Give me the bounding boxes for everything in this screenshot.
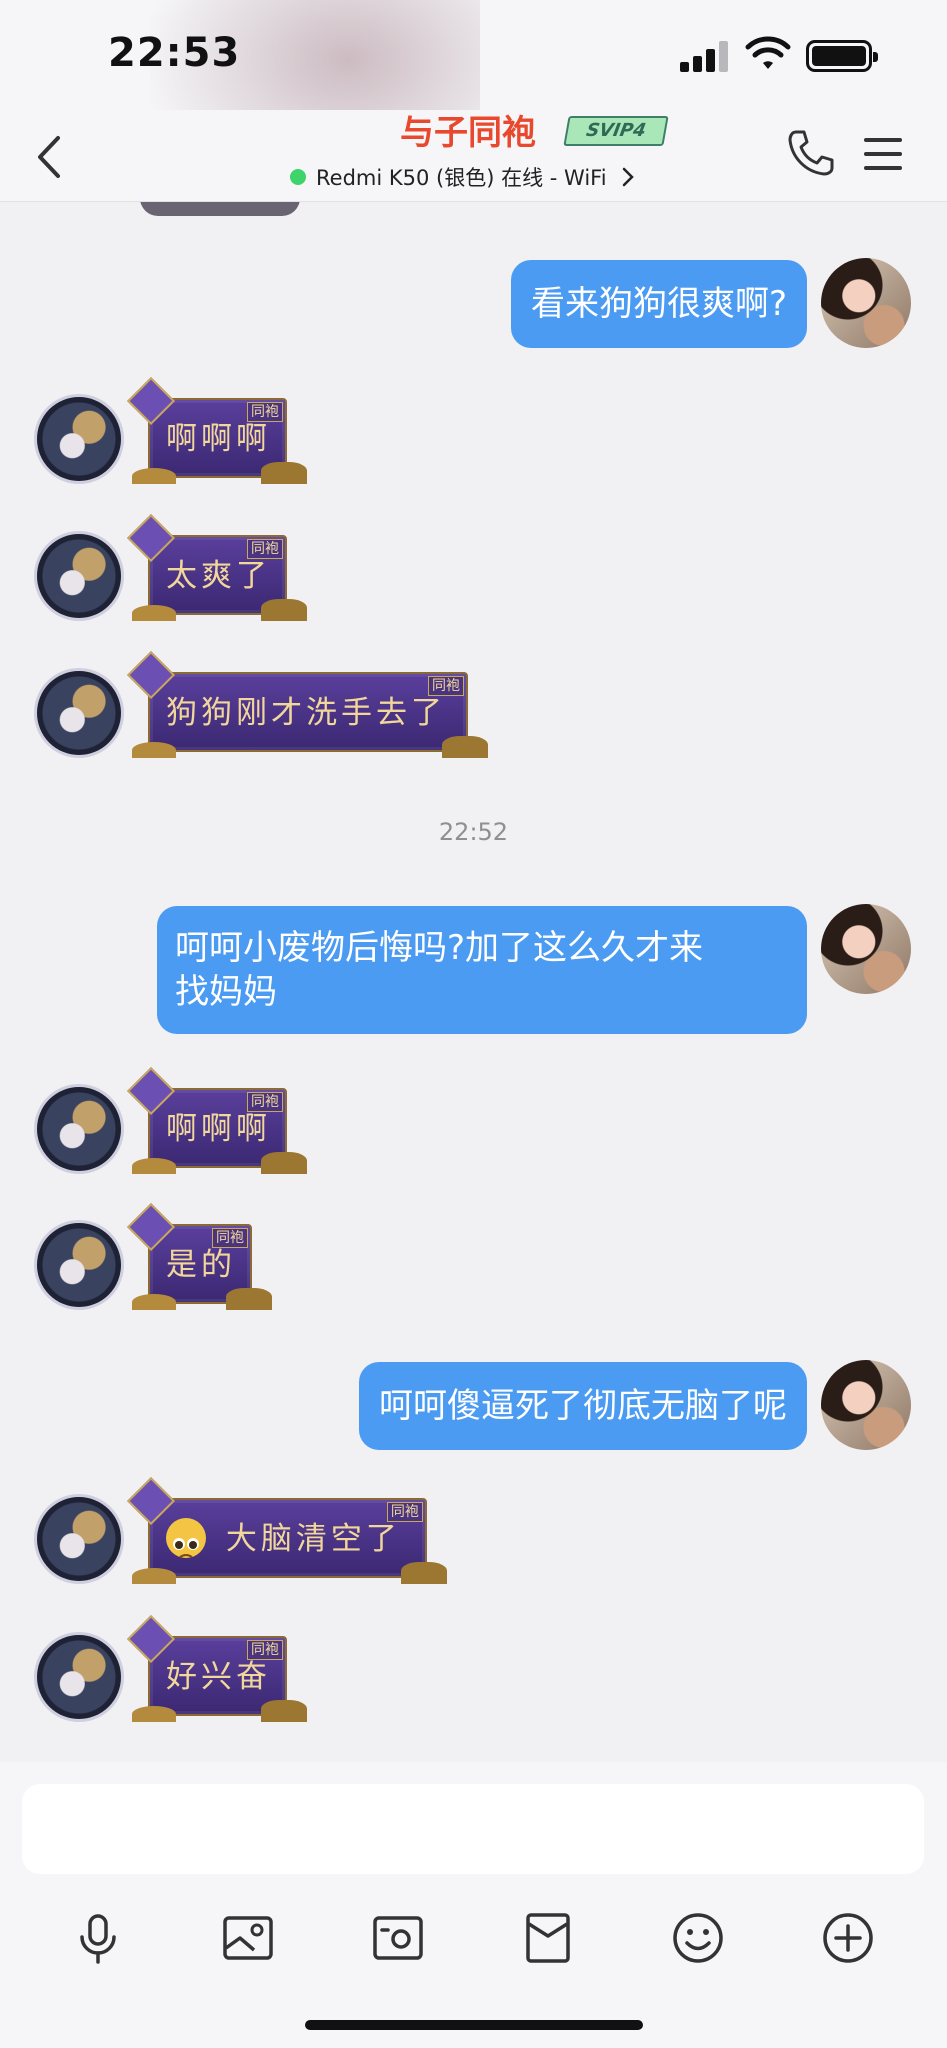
contact-avatar[interactable] — [34, 1632, 124, 1722]
message-row-incoming: 是的 同袍 — [0, 1202, 947, 1310]
message-bubble-incoming[interactable]: 太爽了 同袍 — [126, 513, 307, 621]
message-row-outgoing: 呵呵小废物后悔吗?加了这么久才来 找妈妈 — [0, 904, 947, 1044]
message-row-outgoing: 看来狗狗很爽啊? — [0, 258, 947, 348]
contact-avatar[interactable] — [34, 1084, 124, 1174]
message-row-incoming: 啊啊啊 同袍 — [0, 1066, 947, 1174]
contact-avatar[interactable] — [34, 668, 124, 758]
wifi-icon — [745, 36, 791, 69]
red-packet-icon[interactable] — [520, 1910, 576, 1966]
bubble-decoration — [132, 468, 176, 484]
camera-icon[interactable] — [370, 1910, 426, 1966]
bubble-tag: 同袍 — [247, 402, 283, 422]
chevron-right-icon — [622, 167, 634, 187]
message-text: 是的 — [166, 1247, 236, 1283]
message-input[interactable] — [22, 1784, 924, 1874]
svip-badge[interactable]: SVIP4 — [563, 116, 669, 146]
bubble-decoration — [132, 1158, 176, 1174]
online-status-text: Redmi K50 (银色) 在线 - WiFi — [316, 166, 607, 190]
message-row-incoming: 大脑清空了 同袍 — [0, 1476, 947, 1584]
message-row-outgoing: 呵呵傻逼死了彻底无脑了呢 — [0, 1360, 947, 1450]
message-bubble-incoming[interactable]: 好兴奋 同袍 — [126, 1614, 307, 1722]
bubble-tag: 同袍 — [247, 539, 283, 559]
bubble-decoration — [261, 1700, 307, 1722]
message-text-line: 找妈妈 — [175, 972, 277, 1012]
message-bubble-incoming[interactable]: 啊啊啊 同袍 — [126, 376, 307, 484]
message-bubble-outgoing[interactable]: 看来狗狗很爽啊? — [510, 260, 807, 348]
back-arrow-icon[interactable] — [30, 132, 70, 182]
contact-avatar[interactable] — [34, 531, 124, 621]
bubble-gem-decoration — [126, 1202, 176, 1252]
bubble-decoration — [132, 605, 176, 621]
message-bubble-incoming[interactable]: 大脑清空了 同袍 — [126, 1476, 447, 1584]
bubble-decoration — [442, 736, 488, 758]
message-text: 太爽了 — [166, 558, 271, 594]
message-text: 大脑清空了 — [225, 1521, 401, 1557]
cellular-signal-icon — [680, 40, 732, 72]
chat-message-list[interactable]: 看来狗狗很爽啊? 啊啊啊 同袍 太爽了 同袍 狗狗刚才洗手去了 同袍 22:52… — [0, 202, 947, 1762]
pleading-face-emoji-icon — [166, 1517, 206, 1558]
status-bar: 22:53 — [0, 0, 947, 200]
bubble-decoration — [132, 1568, 176, 1584]
online-status[interactable]: Redmi K50 (银色) 在线 - WiFi — [290, 162, 635, 192]
bubble-decoration — [400, 1562, 447, 1584]
bubble-tag: 同袍 — [247, 1092, 283, 1112]
home-indicator[interactable] — [305, 2020, 643, 2030]
message-text: 啊啊啊 — [166, 1111, 271, 1147]
chat-header: 与子同袍 SVIP4 Redmi K50 (银色) 在线 - WiFi — [0, 110, 947, 202]
bubble-gem-decoration — [126, 513, 176, 563]
battery-icon — [806, 40, 878, 72]
my-avatar[interactable] — [821, 258, 911, 348]
bubble-decoration — [261, 1152, 307, 1174]
chat-title[interactable]: 与子同袍 — [400, 110, 536, 156]
contact-avatar[interactable] — [34, 1494, 124, 1584]
message-bubble-outgoing[interactable]: 呵呵傻逼死了彻底无脑了呢 — [359, 1362, 807, 1450]
message-bubble-incoming[interactable]: 是的 同袍 — [126, 1202, 272, 1310]
message-row-incoming: 啊啊啊 同袍 — [0, 376, 947, 484]
bubble-decoration — [226, 1288, 272, 1310]
image-icon[interactable] — [220, 1910, 276, 1966]
message-row-incoming: 狗狗刚才洗手去了 同袍 — [0, 650, 947, 758]
previous-message-partial — [140, 202, 300, 216]
bubble-gem-decoration — [126, 1614, 176, 1664]
bubble-decoration — [261, 462, 307, 484]
plus-icon[interactable] — [820, 1910, 876, 1966]
message-bubble-incoming[interactable]: 啊啊啊 同袍 — [126, 1066, 307, 1174]
bubble-gem-decoration — [126, 1066, 176, 1116]
composer — [0, 1762, 947, 2048]
microphone-icon[interactable] — [70, 1910, 126, 1966]
bubble-tag: 同袍 — [428, 676, 464, 696]
online-dot-icon — [290, 169, 306, 185]
bubble-gem-decoration — [126, 376, 176, 426]
bubble-decoration — [132, 1706, 176, 1722]
menu-icon[interactable] — [864, 136, 906, 172]
bubble-gem-decoration — [126, 1476, 176, 1526]
message-row-incoming: 好兴奋 同袍 — [0, 1614, 947, 1722]
message-text-line: 呵呵小废物后悔吗?加了这么久才来 — [175, 928, 704, 968]
message-timestamp: 22:52 — [438, 818, 509, 846]
message-text: 好兴奋 — [166, 1659, 271, 1695]
bubble-gem-decoration — [126, 650, 176, 700]
contact-avatar[interactable] — [34, 1220, 124, 1310]
phone-icon[interactable] — [786, 128, 834, 178]
bubble-tag: 同袍 — [212, 1228, 248, 1248]
my-avatar[interactable] — [821, 904, 911, 994]
status-time: 22:53 — [108, 30, 241, 76]
message-bubble-outgoing[interactable]: 呵呵小废物后悔吗?加了这么久才来 找妈妈 — [157, 906, 807, 1034]
bubble-decoration — [132, 1294, 176, 1310]
contact-avatar[interactable] — [34, 394, 124, 484]
bubble-decoration — [132, 742, 176, 758]
my-avatar[interactable] — [821, 1360, 911, 1450]
message-text: 啊啊啊 — [166, 421, 271, 457]
bubble-decoration — [261, 599, 307, 621]
message-row-incoming: 太爽了 同袍 — [0, 513, 947, 621]
message-bubble-incoming[interactable]: 狗狗刚才洗手去了 同袍 — [126, 650, 488, 758]
emoji-icon[interactable] — [670, 1910, 726, 1966]
bubble-tag: 同袍 — [386, 1502, 423, 1522]
message-text: 狗狗刚才洗手去了 — [166, 695, 446, 731]
bubble-tag: 同袍 — [247, 1640, 283, 1660]
